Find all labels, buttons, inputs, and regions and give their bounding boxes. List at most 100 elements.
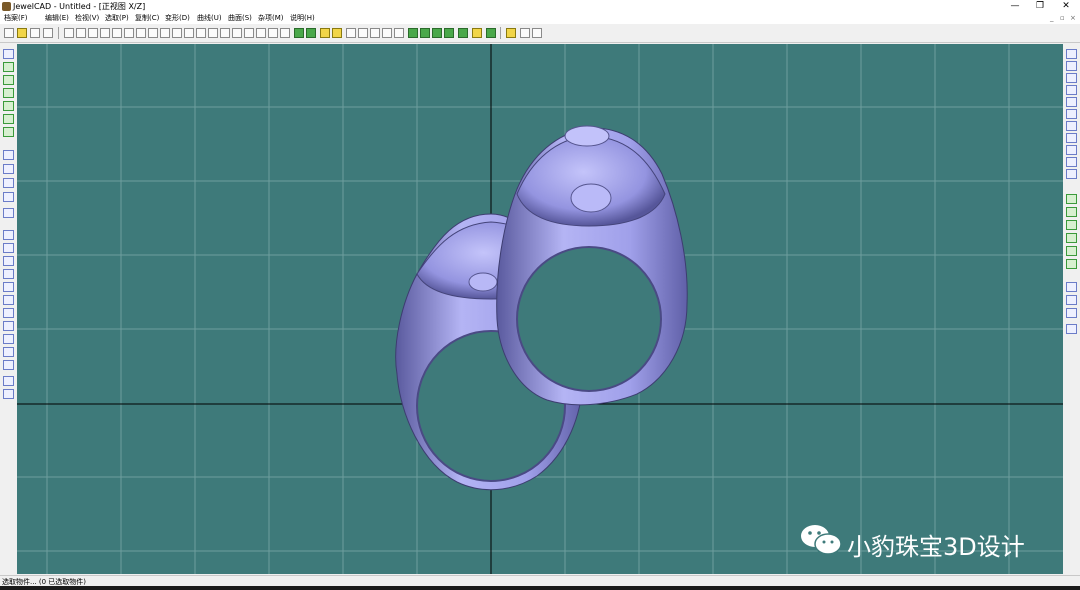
rotate-up-icon[interactable] bbox=[408, 28, 418, 38]
view-quad-icon[interactable] bbox=[268, 28, 278, 38]
spiral-icon[interactable] bbox=[1066, 169, 1077, 179]
zoom-out-icon[interactable] bbox=[358, 28, 368, 38]
menu-copy[interactable]: 复制(C) bbox=[135, 13, 159, 24]
ring-model-front[interactable] bbox=[496, 125, 688, 406]
rotate-down-icon[interactable] bbox=[420, 28, 430, 38]
view-back-icon[interactable] bbox=[208, 28, 218, 38]
gear-icon[interactable] bbox=[3, 127, 14, 137]
ellipse-icon[interactable] bbox=[1066, 157, 1077, 167]
view-side-icon[interactable] bbox=[196, 28, 206, 38]
wave-icon[interactable] bbox=[3, 360, 14, 370]
render-icon[interactable] bbox=[472, 28, 482, 38]
infinity-icon[interactable] bbox=[3, 347, 14, 357]
target-icon[interactable] bbox=[88, 28, 98, 38]
menu-transform[interactable]: 变形(D) bbox=[165, 13, 190, 24]
sphere-icon[interactable] bbox=[112, 28, 122, 38]
menu-misc[interactable]: 杂项(M) bbox=[258, 13, 284, 24]
zoom-in-icon[interactable] bbox=[346, 28, 356, 38]
redo-icon[interactable] bbox=[532, 28, 542, 38]
channel-icon[interactable] bbox=[1066, 246, 1077, 256]
rotate-left-icon[interactable] bbox=[432, 28, 442, 38]
menu-surface[interactable]: 曲面(S) bbox=[228, 13, 252, 24]
bezel-icon[interactable] bbox=[1066, 233, 1077, 243]
corner-icon[interactable] bbox=[1066, 85, 1077, 95]
frame-icon[interactable] bbox=[160, 28, 170, 38]
zoom-window-icon[interactable] bbox=[370, 28, 380, 38]
network-icon[interactable] bbox=[1066, 121, 1077, 131]
menu-edit[interactable]: 编辑(E) bbox=[45, 13, 69, 24]
rectangle-icon[interactable] bbox=[3, 150, 14, 160]
blank-icon[interactable] bbox=[1066, 324, 1077, 334]
pick-all-icon[interactable] bbox=[3, 62, 14, 72]
curve-arch-icon[interactable] bbox=[3, 230, 14, 240]
menu-curve[interactable]: 曲线(U) bbox=[197, 13, 222, 24]
open-file-icon[interactable] bbox=[17, 28, 27, 38]
viewport-front-view[interactable]: 小豹珠宝3D设计 bbox=[17, 44, 1063, 574]
curve-loop-icon[interactable] bbox=[3, 243, 14, 253]
minimize-button[interactable]: — bbox=[1005, 0, 1025, 13]
pave-icon[interactable] bbox=[1066, 259, 1077, 269]
circle-icon[interactable] bbox=[1066, 145, 1077, 155]
boolean-icon[interactable] bbox=[1066, 282, 1077, 292]
mirror-icon[interactable] bbox=[1066, 73, 1077, 83]
line-icon[interactable] bbox=[1066, 109, 1077, 119]
pick-group-icon[interactable] bbox=[3, 88, 14, 98]
sphere-minus-icon[interactable] bbox=[124, 28, 134, 38]
bowtie-icon[interactable] bbox=[3, 334, 14, 344]
step-icon[interactable] bbox=[3, 376, 14, 386]
menu-view[interactable]: 检视(V) bbox=[75, 13, 99, 24]
bracket-icon[interactable] bbox=[1066, 97, 1077, 107]
dimension-icon[interactable] bbox=[1066, 49, 1077, 59]
arrow-down-icon[interactable] bbox=[306, 28, 316, 38]
axis-icon[interactable] bbox=[3, 208, 14, 218]
select-point-icon[interactable] bbox=[64, 28, 74, 38]
pick-color-icon[interactable] bbox=[3, 114, 14, 124]
triangle-solid-icon[interactable] bbox=[3, 295, 14, 305]
view-top-icon[interactable] bbox=[184, 28, 194, 38]
spin-icon[interactable] bbox=[458, 28, 468, 38]
help-icon[interactable] bbox=[43, 28, 53, 38]
menu-select[interactable]: 选取(P) bbox=[105, 13, 129, 24]
half-shape-icon[interactable] bbox=[3, 192, 14, 202]
dot-icon[interactable] bbox=[1066, 295, 1077, 305]
close-button[interactable]: ✕ bbox=[1056, 0, 1076, 13]
view-bottom-icon[interactable] bbox=[220, 28, 230, 38]
save-icon[interactable] bbox=[30, 28, 40, 38]
restore-button[interactable]: ❐ bbox=[1030, 0, 1050, 13]
view-split-v-icon[interactable] bbox=[256, 28, 266, 38]
undo-icon[interactable] bbox=[520, 28, 530, 38]
shading-icon[interactable] bbox=[486, 28, 496, 38]
arrow-up-icon[interactable] bbox=[294, 28, 304, 38]
arc-icon[interactable] bbox=[3, 178, 14, 188]
mdi-minimize-button[interactable]: _ bbox=[1050, 13, 1054, 24]
view-front-icon[interactable] bbox=[172, 28, 182, 38]
square-icon[interactable] bbox=[3, 164, 14, 174]
l-shape-icon[interactable] bbox=[1066, 308, 1077, 318]
zoom-fit-icon[interactable] bbox=[382, 28, 392, 38]
arrow-right-icon[interactable] bbox=[332, 28, 342, 38]
center-icon[interactable] bbox=[100, 28, 110, 38]
setting-icon[interactable] bbox=[1066, 207, 1077, 217]
align-icon[interactable] bbox=[1066, 61, 1077, 71]
pick-icon[interactable] bbox=[3, 49, 14, 59]
prong-icon[interactable] bbox=[1066, 220, 1077, 230]
menu-help[interactable]: 说明(H) bbox=[290, 13, 315, 24]
pointer-icon[interactable] bbox=[506, 28, 516, 38]
lines-icon[interactable] bbox=[3, 389, 14, 399]
diagonal-icon[interactable] bbox=[3, 321, 14, 331]
move-icon[interactable] bbox=[148, 28, 158, 38]
mdi-close-button[interactable]: × bbox=[1070, 13, 1076, 24]
cross-icon[interactable] bbox=[1066, 133, 1077, 143]
rotate-right-icon[interactable] bbox=[444, 28, 454, 38]
zoom-select-icon[interactable] bbox=[394, 28, 404, 38]
circle-select-icon[interactable] bbox=[76, 28, 86, 38]
view-grid-icon[interactable] bbox=[280, 28, 290, 38]
triangle-fill-icon[interactable] bbox=[3, 269, 14, 279]
mdi-restore-button[interactable]: ▫ bbox=[1060, 13, 1065, 24]
gem-icon[interactable] bbox=[1066, 194, 1077, 204]
menu-file[interactable]: 档案(F) bbox=[4, 13, 28, 24]
arrow-left-icon[interactable] bbox=[320, 28, 330, 38]
triangle-outline-icon[interactable] bbox=[3, 282, 14, 292]
new-file-icon[interactable] bbox=[4, 28, 14, 38]
view-split-h-icon[interactable] bbox=[244, 28, 254, 38]
